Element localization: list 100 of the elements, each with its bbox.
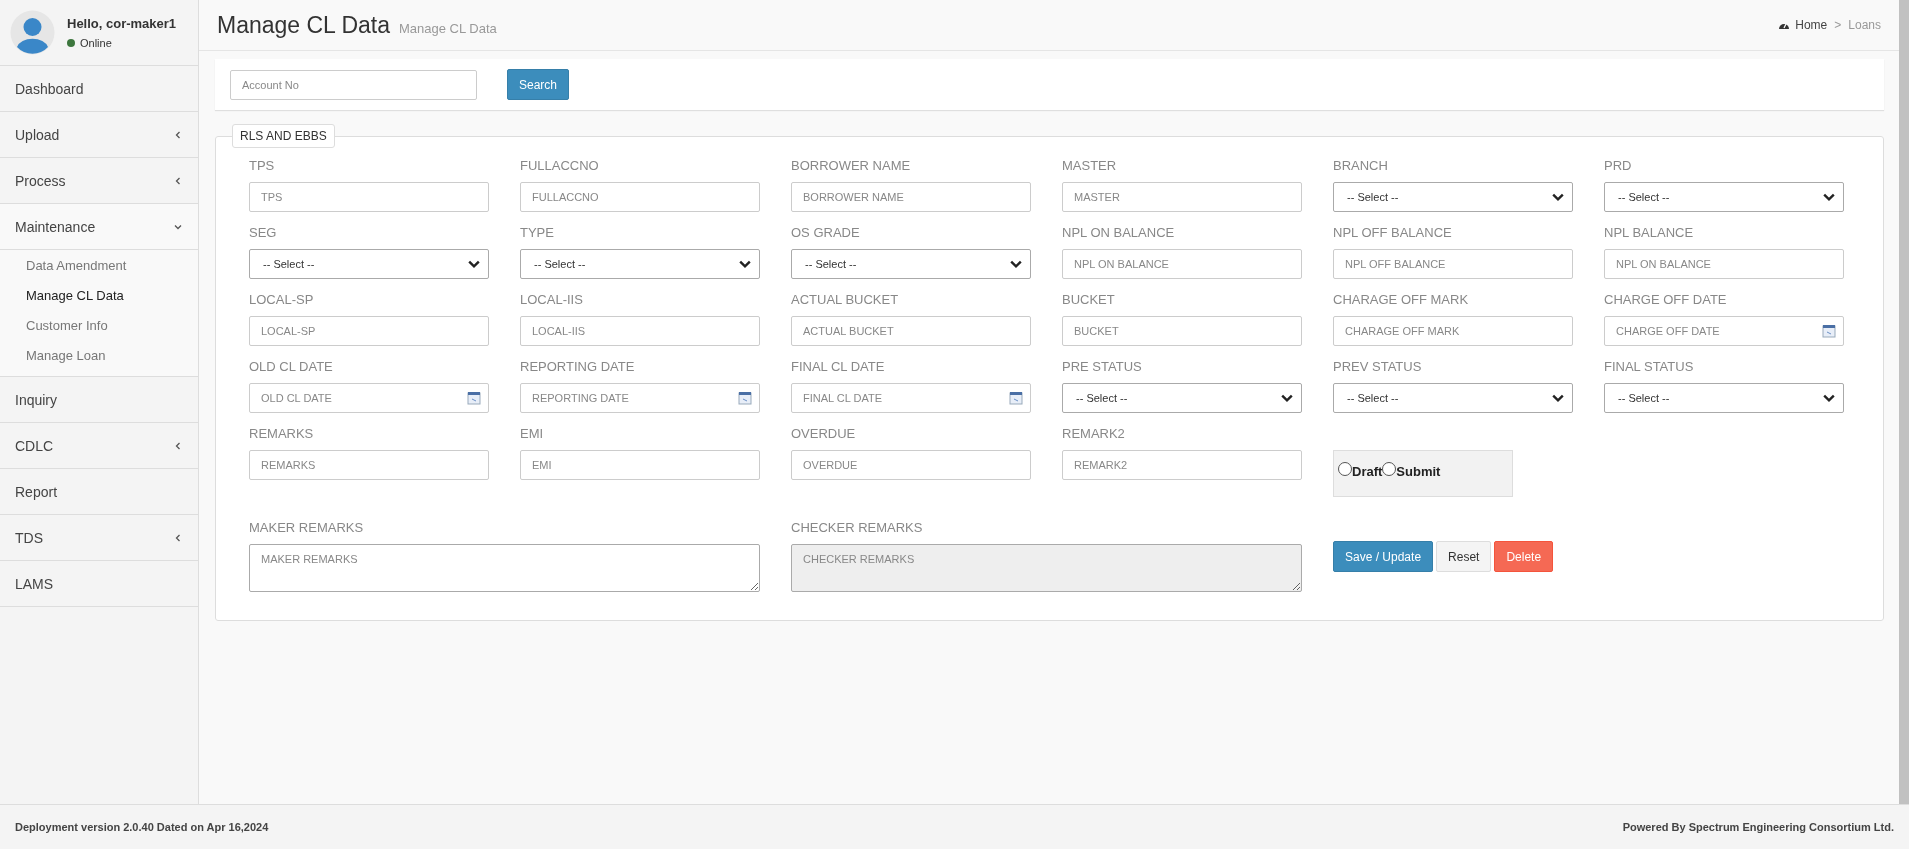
- submenu-item[interactable]: Manage CL Data: [0, 280, 198, 310]
- submenu-item[interactable]: Manage Loan: [0, 340, 198, 370]
- field-label: NPL ON BALANCE: [1062, 225, 1176, 242]
- account-search-field[interactable]: Account No: [230, 69, 477, 100]
- date-field[interactable]: FINAL CL DATE: [791, 383, 1031, 413]
- select-dropdown[interactable]: -- Select --: [1333, 383, 1573, 413]
- chevron-down-icon: [468, 258, 480, 270]
- chevron-down-icon: [739, 258, 751, 270]
- field-label: REMARK2: [1062, 426, 1126, 443]
- radio-label[interactable]: Draft: [1352, 464, 1383, 479]
- text-field[interactable]: CHARAGE OFF MARK: [1333, 316, 1573, 346]
- field-label: FULLACCNO: [520, 158, 600, 175]
- field-label: CHECKER REMARKS: [791, 520, 924, 537]
- field-label: BORROWER NAME: [791, 158, 912, 175]
- text-field[interactable]: REMARKS: [249, 450, 489, 480]
- select-dropdown[interactable]: -- Select --: [1333, 182, 1573, 212]
- field-label: PRE STATUS: [1062, 359, 1143, 376]
- chevron-left-icon: [173, 129, 183, 140]
- footer-version: Deployment version 2.0.40 Dated on Apr 16,2024: [15, 821, 269, 833]
- select-dropdown[interactable]: -- Select --: [1604, 383, 1844, 413]
- field-label: REPORTING DATE: [520, 359, 636, 376]
- field-label: CHARAGE OFF MARK: [1333, 292, 1470, 309]
- radio-button[interactable]: [1338, 461, 1352, 476]
- calendar-icon[interactable]: [738, 390, 752, 405]
- field-label: ACTUAL BUCKET: [791, 292, 900, 309]
- chevron-down-icon: [1823, 392, 1835, 404]
- field-label: FINAL CL DATE: [791, 359, 886, 376]
- text-field[interactable]: LOCAL-SP: [249, 316, 489, 346]
- select-dropdown[interactable]: -- Select --: [791, 249, 1031, 279]
- date-field[interactable]: CHARGE OFF DATE: [1604, 316, 1844, 346]
- chevron-left-icon: [173, 175, 183, 186]
- search-button[interactable]: Search: [507, 69, 570, 100]
- text-field[interactable]: LOCAL-IIS: [520, 316, 760, 346]
- chevron-down-icon: [1552, 191, 1564, 203]
- select-dropdown[interactable]: -- Select --: [1604, 182, 1844, 212]
- field-label: FINAL STATUS: [1604, 359, 1695, 376]
- calendar-icon[interactable]: [467, 390, 481, 405]
- chevron-down-icon: [1823, 191, 1835, 203]
- field-label: TYPE: [520, 225, 555, 242]
- field-label: OVERDUE: [791, 426, 857, 443]
- field-label: NPL OFF BALANCE: [1333, 225, 1453, 242]
- text-field[interactable]: ACTUAL BUCKET: [791, 316, 1031, 346]
- text-field[interactable]: NPL ON BALANCE: [1062, 249, 1302, 279]
- chevron-down-icon: [1010, 258, 1022, 270]
- submenu-item[interactable]: Customer Info: [0, 310, 198, 340]
- scrollbar[interactable]: [1899, 0, 1909, 804]
- select-dropdown[interactable]: -- Select --: [1062, 383, 1302, 413]
- section-legend: RLS AND EBBS: [232, 124, 335, 148]
- text-field[interactable]: TPS: [249, 182, 489, 212]
- text-field[interactable]: EMI: [520, 450, 760, 480]
- breadcrumb-separator: >: [1834, 18, 1842, 32]
- avatar-icon: [10, 10, 55, 55]
- calendar-icon[interactable]: [1009, 390, 1023, 405]
- text-field[interactable]: REMARK2: [1062, 450, 1302, 480]
- field-label: MASTER: [1062, 158, 1118, 175]
- radio-button[interactable]: [1382, 461, 1397, 476]
- chevron-down-icon: [1281, 392, 1293, 404]
- remarks-textarea[interactable]: MAKER REMARKS: [249, 544, 760, 592]
- text-field[interactable]: MASTER: [1062, 182, 1302, 212]
- user-greeting: Hello, cor-maker1: [67, 16, 177, 31]
- field-label: NPL BALANCE: [1604, 225, 1695, 242]
- field-label: MAKER REMARKS: [249, 520, 365, 537]
- submenu-item[interactable]: Data Amendment: [0, 250, 198, 280]
- field-label: REMARKS: [249, 426, 315, 443]
- field-label: BRANCH: [1333, 158, 1389, 175]
- breadcrumb-link[interactable]: Home: [1778, 18, 1828, 32]
- text-field[interactable]: FULLACCNO: [520, 182, 760, 212]
- breadcrumb-current: Loans: [1848, 18, 1881, 32]
- calendar-icon[interactable]: [1822, 323, 1836, 338]
- text-field[interactable]: BORROWER NAME: [791, 182, 1031, 212]
- field-label: LOCAL-IIS: [520, 292, 584, 309]
- radio-label[interactable]: Submit: [1396, 464, 1441, 479]
- text-field[interactable]: OVERDUE: [791, 450, 1031, 480]
- footer-credit: Powered By Spectrum Engineering Consortium Ltd.: [1622, 821, 1894, 833]
- field-label: BUCKET: [1062, 292, 1116, 309]
- select-dropdown[interactable]: -- Select --: [249, 249, 489, 279]
- page-title: Manage CL Data: [217, 11, 391, 39]
- page-subtitle: Manage CL Data: [399, 20, 497, 36]
- sidebar-item[interactable]: Maintenance: [0, 204, 198, 250]
- field-label: OLD CL DATE: [249, 359, 334, 376]
- save-button[interactable]: Save / Update: [1333, 541, 1434, 572]
- field-label: SEG: [249, 225, 278, 242]
- field-label: TPS: [249, 158, 276, 175]
- chevron-down-icon: [1552, 392, 1564, 404]
- reset-button[interactable]: Reset: [1436, 541, 1492, 572]
- date-field[interactable]: OLD CL DATE: [249, 383, 489, 413]
- text-field[interactable]: NPL ON BALANCE: [1604, 249, 1844, 279]
- text-field[interactable]: NPL OFF BALANCE: [1333, 249, 1573, 279]
- field-label: OS GRADE: [791, 225, 861, 242]
- field-label: LOCAL-SP: [249, 292, 315, 309]
- chevron-left-icon: [173, 532, 183, 543]
- text-field[interactable]: BUCKET: [1062, 316, 1302, 346]
- date-field[interactable]: REPORTING DATE: [520, 383, 760, 413]
- field-label: CHARGE OFF DATE: [1604, 292, 1728, 309]
- status-text: Online: [80, 37, 112, 49]
- field-label: PRD: [1604, 158, 1633, 175]
- field-label: PREV STATUS: [1333, 359, 1423, 376]
- field-label: EMI: [520, 426, 545, 443]
- chevron-left-icon: [173, 440, 183, 451]
- select-dropdown[interactable]: -- Select --: [520, 249, 760, 279]
